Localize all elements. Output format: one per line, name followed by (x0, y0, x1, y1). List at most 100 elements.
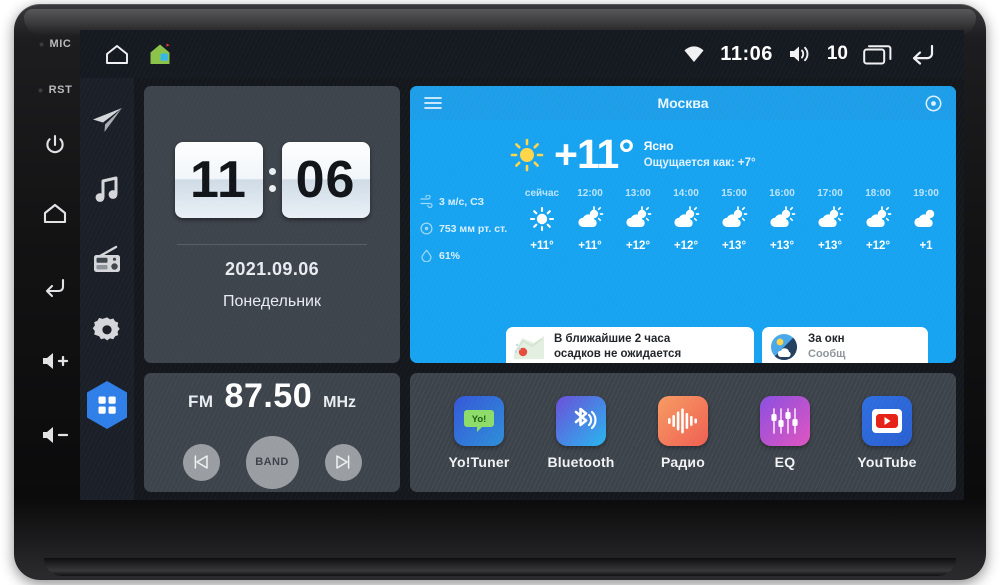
hour-label: 17:00 (817, 188, 843, 199)
app-label: Радио (661, 453, 705, 470)
weather-current: +11° Ясно Ощущается как: +7° (410, 120, 956, 184)
home-outline-icon[interactable] (104, 43, 130, 65)
skip-previous-icon (194, 455, 208, 469)
radio-next-button[interactable] (324, 443, 362, 481)
hardware-button-bezel: MIC RST (24, 22, 86, 512)
day-night-icon (771, 334, 798, 361)
touchscreen[interactable]: 11:06 10 11 06 2021.09.06 Понедельник Мо… (80, 30, 964, 500)
wifi-icon (684, 46, 704, 62)
app-shortcut-bluetooth[interactable]: Bluetooth (533, 395, 629, 470)
radio-prev-button[interactable] (182, 443, 220, 481)
mic-indicator: MIC (26, 22, 84, 66)
paper-plane-icon (93, 108, 122, 132)
radio-frequency-value: 87.50 (224, 376, 313, 415)
hour-temp: +1 (919, 240, 933, 252)
sidebar-item-music[interactable] (87, 170, 127, 210)
app-shortcut-eq[interactable]: EQ (737, 395, 833, 470)
recents-icon[interactable] (863, 43, 893, 65)
power-button[interactable] (26, 114, 84, 176)
hour-label: 13:00 (625, 188, 651, 199)
weather-header: Москва (410, 86, 956, 120)
weather-feels-like: Ощущается как: +7° (643, 156, 756, 169)
weather-hour-item: 17:00 +13° (806, 188, 854, 269)
app-sidebar (80, 78, 134, 500)
volume-up-icon (43, 353, 69, 369)
radio-frequency-display: FM 87.50 MHz (188, 377, 356, 416)
sun-icon (518, 204, 566, 234)
precip-line-2: осадков не ожидается (554, 348, 682, 360)
weather-condition: Ясно (643, 139, 674, 154)
radio-controls: BAND (182, 435, 362, 489)
hour-temp: +13° (817, 240, 843, 252)
skip-next-icon (336, 455, 350, 469)
sidebar-item-all-apps[interactable] (84, 380, 130, 430)
hour-label: сейчас (524, 188, 560, 199)
home-color-icon[interactable] (148, 42, 172, 66)
sidebar-item-radio[interactable] (87, 240, 127, 280)
hour-label: 19:00 (913, 188, 939, 199)
app-shortcuts-row: Yo! Yo!Tuner Bluetooth Радио EQ YouTube (410, 373, 956, 492)
reset-hole-icon (37, 87, 43, 93)
weather-precip-card[interactable]: В ближайшие 2 часа осадков не ожидается (506, 327, 754, 363)
weather-info-cards: В ближайшие 2 часа осадков не ожидается (410, 327, 956, 363)
sun-cloud-icon (854, 204, 902, 234)
clock-date: 2021.09.06 (224, 259, 320, 279)
weather-outside-card[interactable]: За окн Сообщ (762, 327, 928, 363)
weather-hour-item: 15:00 +13° (710, 188, 758, 269)
weather-hour-item: 19:00 +1 (902, 188, 950, 269)
reset-button[interactable]: RST (26, 66, 84, 114)
outside-line-1: За окн (808, 333, 845, 346)
sun-icon (510, 138, 544, 171)
weather-hour-item: 12:00 +11° (566, 188, 614, 269)
sidebar-item-settings[interactable] (87, 310, 127, 350)
weather-hour-item: 18:00 +12° (854, 188, 902, 269)
weather-precip-text: В ближайшие 2 часа осадков не ожидается (554, 332, 681, 362)
radio-widget[interactable]: FM 87.50 MHz BAND (144, 373, 400, 492)
home-screen-content: 11 06 2021.09.06 Понедельник Москва +11°… (134, 78, 964, 500)
volume-up-button[interactable] (26, 324, 84, 398)
sun-cloud-icon (902, 204, 950, 234)
clock-colon (268, 154, 276, 206)
app-shortcut-radio[interactable]: Радио (635, 395, 731, 470)
back-arrow-icon (45, 278, 65, 298)
weather-hour-item: 14:00 +12° (662, 188, 710, 269)
equalizer-icon (760, 395, 810, 446)
hour-temp: +12° (673, 240, 699, 252)
weather-city: Москва (657, 95, 709, 111)
hour-label: 12:00 (577, 188, 603, 199)
status-clock: 11:06 (720, 42, 773, 65)
sun-cloud-icon (806, 204, 854, 234)
sidebar-item-navigation[interactable] (87, 100, 127, 140)
radio-band-button[interactable]: BAND (245, 435, 299, 489)
app-shortcut-youtube[interactable]: YouTube (839, 395, 935, 470)
humidity-icon (421, 249, 432, 262)
weather-condition-block: Ясно Ощущается как: +7° (643, 139, 756, 169)
weather-widget[interactable]: Москва +11° Ясно Ощущается как: +7° 3 м/… (410, 86, 956, 363)
head-unit-device: MIC RST 11:06 10 11 06 2021.09.06 Понеде… (14, 4, 986, 580)
radio-frequency-unit: MHz (323, 393, 357, 411)
home-icon (43, 203, 67, 224)
gear-icon[interactable] (925, 95, 942, 112)
weather-hour-item: 16:00 +13° (758, 188, 806, 269)
app-label: YouTube (857, 453, 917, 470)
hour-temp: +12° (625, 240, 651, 252)
volume-down-button[interactable] (26, 398, 84, 472)
back-arrow-icon[interactable] (908, 42, 938, 66)
home-button[interactable] (26, 176, 84, 250)
status-bar-right: 11:06 10 (683, 42, 964, 66)
bluetooth-icon (556, 395, 606, 446)
clock-widget[interactable]: 11 06 2021.09.06 Понедельник (144, 86, 400, 363)
weather-pressure-value: 753 мм рт. ст. (439, 222, 508, 235)
youtube-icon (862, 395, 912, 446)
weather-hourly-forecast[interactable]: сейчас +11° 12:00 +11° 13:00 +12° 14:00 … (518, 188, 956, 269)
volume-icon[interactable] (788, 44, 812, 64)
app-shortcut-yotuner[interactable]: Yo! Yo!Tuner (431, 395, 527, 470)
weather-humidity-value: 61% (439, 249, 461, 262)
outside-line-2: Сообщ (808, 348, 846, 361)
weather-outside-text: За окн Сообщ (808, 332, 845, 361)
weather-stat-humidity: 61% (420, 242, 518, 269)
back-button[interactable] (26, 250, 84, 324)
status-bar-left (80, 42, 172, 66)
app-label: EQ (774, 453, 796, 470)
radio-icon (94, 245, 120, 272)
